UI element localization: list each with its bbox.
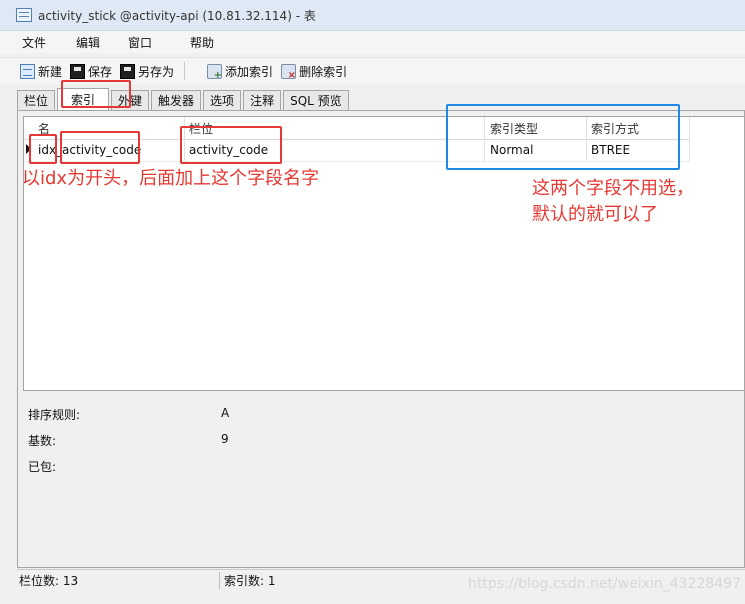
menu-bar: 文件 编辑 窗口 帮助	[0, 31, 745, 53]
collation-label: 排序规则:	[28, 408, 81, 422]
collation-value[interactable]: A	[221, 406, 229, 420]
add-index-button-label: 添加索引	[225, 64, 274, 79]
annotation-box-index-tab	[61, 80, 131, 108]
new-table-icon	[20, 63, 35, 79]
save-button[interactable]: 保存	[70, 63, 112, 80]
delete-index-button-label: 删除索引	[299, 64, 348, 79]
save-button-label: 保存	[88, 64, 113, 79]
tab-comments[interactable]: 注释	[243, 90, 282, 110]
watermark: https://blog.csdn.net/weixin_43228497	[467, 576, 741, 592]
annotation-box-name-suffix	[60, 131, 140, 164]
add-index-button[interactable]: 添加索引	[207, 63, 274, 81]
toolbar-separator	[184, 62, 186, 80]
table-designer-window: activity_stick @activity-api (10.81.32.1…	[0, 0, 745, 604]
delete-index-button[interactable]: 删除索引	[281, 63, 348, 81]
tab-options[interactable]: 选项	[203, 90, 242, 110]
tab-fields[interactable]: 栏位	[17, 90, 56, 110]
new-button[interactable]: 新建	[20, 63, 62, 80]
annotation-right-note-line2: 默认的就可以了	[532, 204, 658, 225]
tab-sql-preview[interactable]: SQL 预览	[283, 90, 349, 110]
annotation-box-field	[180, 126, 282, 164]
delete-index-icon	[281, 63, 297, 81]
menu-help[interactable]: 帮助	[190, 34, 218, 51]
annotation-left-note: 以idx为开头，后面加上这个字段名字	[22, 168, 320, 189]
save-as-button[interactable]: 另存为	[120, 63, 174, 80]
window-title: activity_stick @activity-api (10.81.32.1…	[38, 8, 316, 23]
table-icon	[16, 8, 32, 22]
tab-triggers[interactable]: 触发器	[151, 90, 202, 110]
cardinality-label: 基数:	[28, 434, 57, 448]
packed-label: 已包:	[28, 460, 57, 474]
add-index-icon	[207, 63, 223, 81]
save-icon	[70, 63, 86, 79]
menu-window[interactable]: 窗口	[128, 34, 156, 51]
menu-edit[interactable]: 编辑	[76, 34, 104, 51]
save-as-icon	[120, 63, 136, 79]
save-as-button-label: 另存为	[138, 64, 175, 79]
annotation-right-note-line1: 这两个字段不用选，	[532, 178, 694, 199]
index-count-status: 索引数: 1	[224, 573, 276, 588]
title-bar: activity_stick @activity-api (10.81.32.1…	[0, 0, 745, 31]
annotation-box-type-method	[446, 104, 680, 170]
menu-file[interactable]: 文件	[22, 34, 50, 51]
annotation-box-idx-prefix	[29, 134, 57, 164]
field-count-status: 栏位数: 13	[17, 571, 220, 589]
new-button-label: 新建	[38, 64, 63, 79]
cardinality-value[interactable]: 9	[221, 432, 229, 446]
